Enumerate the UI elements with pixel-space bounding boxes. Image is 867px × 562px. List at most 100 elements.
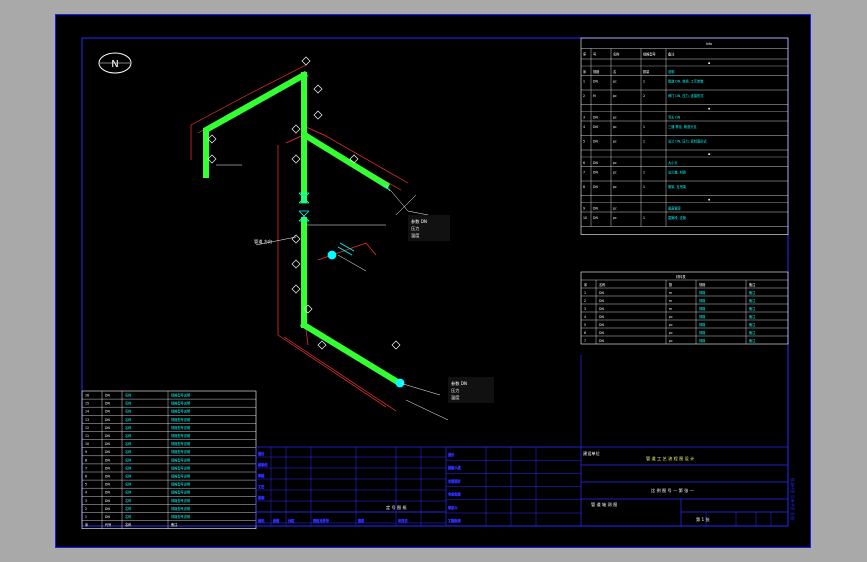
process-table-cell: 弯头 DN xyxy=(668,115,681,120)
process-table-cell: DN xyxy=(593,116,598,120)
parts-list-cell: 规格型号说明 xyxy=(171,482,190,487)
parts-list-cell: 名称 xyxy=(125,490,132,495)
process-table-cell: pc xyxy=(613,171,617,175)
parts-list-cell: DN xyxy=(105,515,110,519)
parts-list-cell: DN xyxy=(105,434,110,438)
parts-list-cell: 名称 xyxy=(125,449,132,454)
main-note: 管道 方向 xyxy=(254,238,272,245)
parts-list-cell: DN xyxy=(105,450,110,454)
pipe-horizontal-lower xyxy=(299,320,401,386)
sign-row-label: 标准化 xyxy=(258,462,268,467)
process-table-cell: 2 xyxy=(583,94,585,98)
materials-table-cell: DN xyxy=(599,323,604,327)
process-table-cell: DN xyxy=(593,140,598,144)
process-table-header: 名称 xyxy=(613,52,620,57)
parts-list-cell: 名称 xyxy=(125,401,132,406)
parts-list-cell: DN xyxy=(105,507,110,511)
process-table-cell: 管道 DN, 材质, 工艺参数 xyxy=(668,79,704,84)
parts-list-cell: 规格型号说明 xyxy=(171,425,190,430)
callout-a: 参数 DN 压力 温度 xyxy=(408,215,450,241)
north-symbol: N xyxy=(98,52,132,74)
process-table-cell: 管架, 支吊架 xyxy=(668,184,687,189)
sign-row-label: 工艺 xyxy=(258,484,264,489)
process-table-cell: 2 xyxy=(643,94,645,98)
title-block-footer: 签名 xyxy=(358,518,364,523)
process-table-cell: 序 xyxy=(583,69,587,74)
process-table-cell: 垂直管段 xyxy=(668,206,682,211)
parts-list-cell: 名称 xyxy=(125,433,132,438)
materials-table-cell: pc xyxy=(669,323,673,327)
parts-list-cell: 11 xyxy=(85,434,89,438)
process-table-cell: 10 xyxy=(583,216,587,220)
mid-row-label: 工程负责 xyxy=(448,518,461,523)
parts-list-cell: 名称 xyxy=(125,441,132,446)
parts-list-cell: 名称 xyxy=(125,514,132,519)
parts-list-cell: 名称 xyxy=(125,498,132,503)
materials-table-header: 数 xyxy=(669,282,673,287)
process-table-cell: 9 xyxy=(583,207,585,211)
process-table-cell: pc xyxy=(613,185,617,189)
process-table-cell: pc xyxy=(613,94,617,98)
process-table-cell: 4 xyxy=(583,125,585,129)
process-table-cell: 7 xyxy=(583,171,585,175)
process-table-cell: 名 xyxy=(613,69,616,74)
process-table-cell: pc xyxy=(613,216,617,220)
tag-marker xyxy=(291,259,301,269)
materials-table-cell: 备注 xyxy=(749,338,756,343)
section-divider-label: ▪ xyxy=(708,61,710,65)
title-block-footer: 年月日 xyxy=(398,518,408,523)
title-line-2: 比 例 图 号 — 第 张 — xyxy=(651,487,694,494)
parts-list-cell: 规格型号说明 xyxy=(171,401,190,406)
process-table-header: 序 xyxy=(583,52,587,57)
mid-row-label: 设计 xyxy=(448,452,455,457)
parts-list-cell: 规格型号说明 xyxy=(171,490,190,495)
materials-table-title: 材料表 xyxy=(676,274,686,279)
process-table-cell: pc xyxy=(613,80,617,84)
process-table-cell: 1 xyxy=(643,171,645,175)
process-table-cell: DN xyxy=(593,207,598,211)
parts-list-cell: 12 xyxy=(85,426,89,430)
callout-a-line: 温度 xyxy=(411,232,420,239)
sign-row-label: 审核 xyxy=(258,473,265,478)
pipe-branch-upper xyxy=(203,70,309,178)
materials-table-cell: 6 xyxy=(584,331,586,335)
process-table-cell: 1 xyxy=(643,80,645,84)
process-table-cell: 阀门 DN, 压力, 连接形式 xyxy=(668,93,704,98)
process-table-cell: 1 xyxy=(583,80,585,84)
process-table-cell: 直管段, 支管 xyxy=(668,215,686,220)
materials-table-header: 名称 xyxy=(599,282,606,287)
process-table-cell: 法兰 DN, 压力, 密封面形式 xyxy=(668,139,707,144)
parts-list-cell: 规格型号说明 xyxy=(171,393,190,398)
parts-list-footer: 名称 xyxy=(125,522,132,527)
parts-list-cell: 规格型号说明 xyxy=(171,449,190,454)
callout-a-line: 压力 xyxy=(411,225,419,232)
materials-table-header: 序 xyxy=(584,282,588,287)
parts-list-cell: 规格型号说明 xyxy=(171,441,190,446)
process-table-cell: pc xyxy=(613,207,617,211)
process-table-cell: 说明 xyxy=(668,69,674,74)
process-table-header: 备注 xyxy=(668,52,675,57)
materials-table-cell: 规格 xyxy=(699,322,706,327)
parts-list-cell: 15 xyxy=(85,402,89,406)
sheet-label: 第 1 张 xyxy=(696,516,711,523)
callout-b: 参数 DN 压力 温度 xyxy=(448,377,494,403)
callout-b-line: 温度 xyxy=(451,394,460,401)
title-block-footer: 处数 xyxy=(273,518,280,523)
tag-marker xyxy=(291,284,301,294)
materials-table-cell: m xyxy=(669,291,672,295)
pipe-branch-east xyxy=(303,132,391,190)
process-table-cell: 三通 等径, 管道分支 xyxy=(668,124,697,129)
leader-lines xyxy=(216,164,449,421)
parts-list-cell: 9 xyxy=(85,450,87,454)
parts-list-cell: 名称 xyxy=(125,457,132,462)
parts-list-cell: 规格型号说明 xyxy=(171,409,190,414)
parts-list-cell: 10 xyxy=(85,442,89,446)
parts-list-cell: 规格型号说明 xyxy=(171,433,190,438)
process-table-cell: 规格 xyxy=(593,69,600,74)
materials-table-cell: m xyxy=(669,307,672,311)
parts-list-cell: DN xyxy=(105,466,110,470)
callout-b-line: 参数 DN xyxy=(451,380,467,387)
parts-list-cell: 规格型号说明 xyxy=(171,457,190,462)
parts-list-cell: 3 xyxy=(85,499,87,503)
process-table-cell: pc xyxy=(613,161,617,165)
